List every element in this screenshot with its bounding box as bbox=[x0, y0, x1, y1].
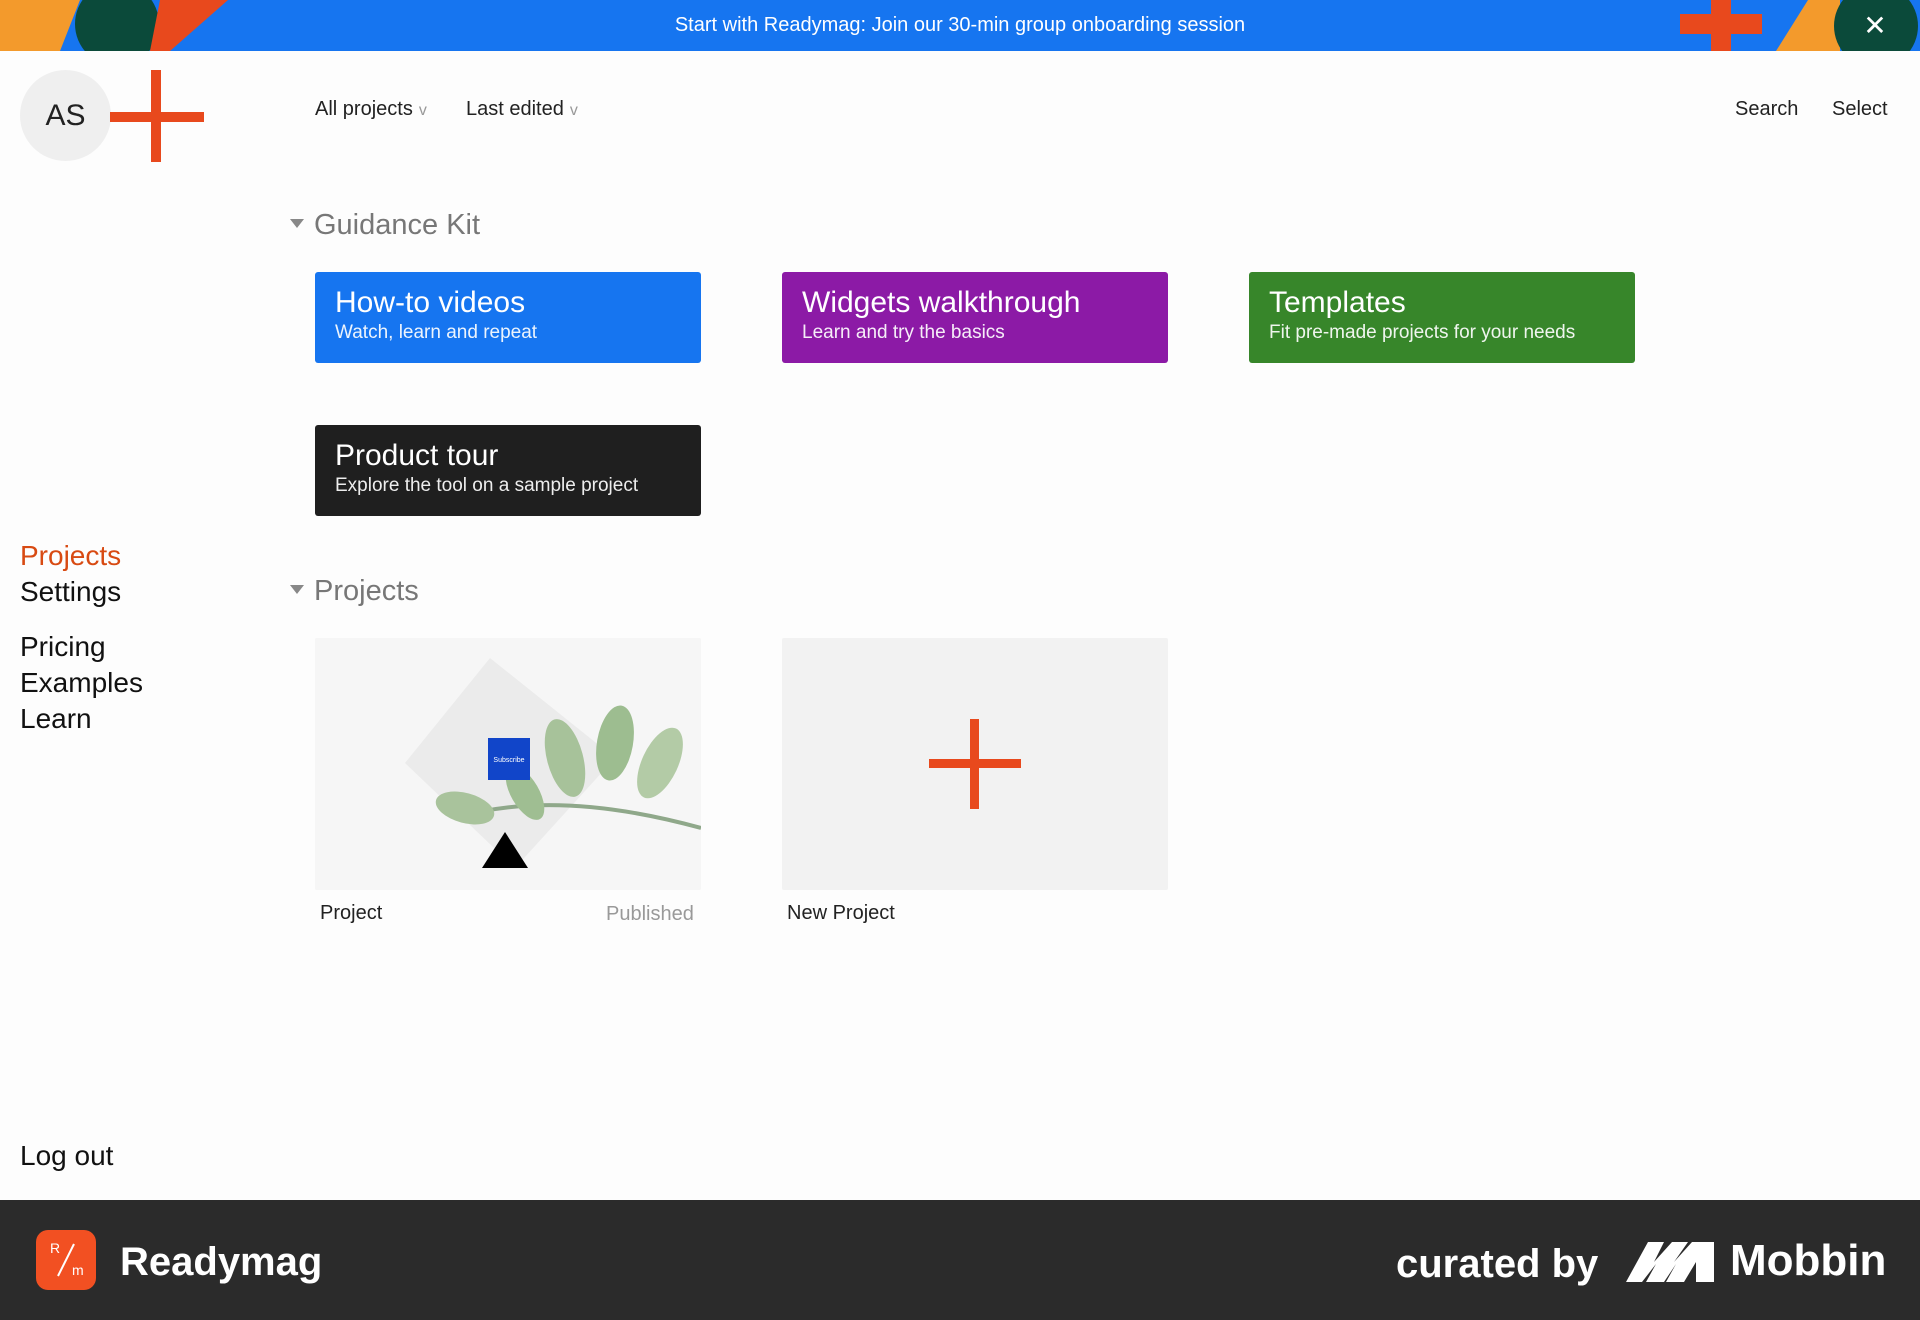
project-thumbnail: Subscribe bbox=[315, 638, 701, 890]
curated-by-text: curated by bbox=[1396, 1242, 1599, 1286]
card-title: Widgets walkthrough bbox=[802, 286, 1081, 319]
mobbin-name: Mobbin bbox=[1730, 1236, 1887, 1285]
caret-down-icon bbox=[290, 218, 304, 228]
filter-all-projects[interactable]: All projects v bbox=[315, 98, 427, 121]
filter-label: Last edited bbox=[466, 98, 564, 120]
section-title: Projects bbox=[314, 575, 419, 607]
card-title: Product tour bbox=[335, 439, 499, 472]
avatar[interactable]: AS bbox=[20, 70, 111, 161]
guidance-card-templates[interactable]: Templates Fit pre-made projects for your… bbox=[1249, 272, 1635, 363]
sidebar-item-projects[interactable]: Projects bbox=[20, 539, 121, 573]
thumbnail-subscribe-text: Subscribe bbox=[493, 757, 524, 764]
chevron-down-icon: v bbox=[569, 102, 578, 119]
sidebar-item-learn[interactable]: Learn bbox=[20, 702, 92, 736]
guidance-card-how-to-videos[interactable]: How-to videos Watch, learn and repeat bbox=[315, 272, 701, 363]
projects-header[interactable]: Projects bbox=[290, 575, 419, 608]
project-status: Published bbox=[606, 903, 694, 925]
new-project-name[interactable]: New Project bbox=[787, 902, 895, 925]
sidebar-item-pricing[interactable]: Pricing bbox=[20, 630, 106, 664]
card-subtitle: Explore the tool on a sample project bbox=[335, 475, 639, 496]
plus-icon bbox=[929, 719, 1021, 809]
guidance-card-product-tour[interactable]: Product tour Explore the tool on a sampl… bbox=[315, 425, 701, 516]
section-title: Guidance Kit bbox=[314, 209, 481, 241]
mobbin-logo-icon bbox=[1626, 1242, 1714, 1282]
search-button[interactable]: Search bbox=[1735, 98, 1798, 121]
guidance-kit-header[interactable]: Guidance Kit bbox=[290, 209, 480, 242]
card-subtitle: Watch, learn and repeat bbox=[335, 322, 538, 343]
project-name[interactable]: Project bbox=[320, 902, 382, 925]
card-title: How-to videos bbox=[335, 286, 526, 319]
caret-down-icon bbox=[290, 584, 304, 594]
filter-last-edited[interactable]: Last edited v bbox=[466, 98, 578, 121]
plus-icon[interactable] bbox=[110, 70, 204, 164]
filter-label: All projects bbox=[315, 98, 413, 120]
project-card[interactable]: Subscribe bbox=[315, 638, 701, 890]
sidebar-item-settings[interactable]: Settings bbox=[20, 575, 121, 609]
chevron-down-icon: v bbox=[418, 102, 427, 119]
select-button[interactable]: Select bbox=[1832, 98, 1888, 121]
card-subtitle: Learn and try the basics bbox=[802, 322, 1005, 343]
banner-text[interactable]: Start with Readymag: Join our 30-min gro… bbox=[0, 0, 1920, 51]
brand-name: Readymag bbox=[120, 1240, 323, 1284]
sidebar-item-examples[interactable]: Examples bbox=[20, 666, 143, 700]
readymag-logo: R m bbox=[36, 1230, 96, 1290]
new-project-card[interactable] bbox=[782, 638, 1168, 890]
close-icon[interactable]: ✕ bbox=[1838, 0, 1912, 51]
card-subtitle: Fit pre-made projects for your needs bbox=[1269, 322, 1576, 343]
onboarding-banner[interactable]: Start with Readymag: Join our 30-min gro… bbox=[0, 0, 1920, 51]
card-title: Templates bbox=[1269, 286, 1406, 319]
logout-button[interactable]: Log out bbox=[20, 1140, 113, 1172]
guidance-card-widgets-walkthrough[interactable]: Widgets walkthrough Learn and try the ba… bbox=[782, 272, 1168, 363]
footer: R m Readymag curated by Mobbin bbox=[0, 1200, 1920, 1320]
